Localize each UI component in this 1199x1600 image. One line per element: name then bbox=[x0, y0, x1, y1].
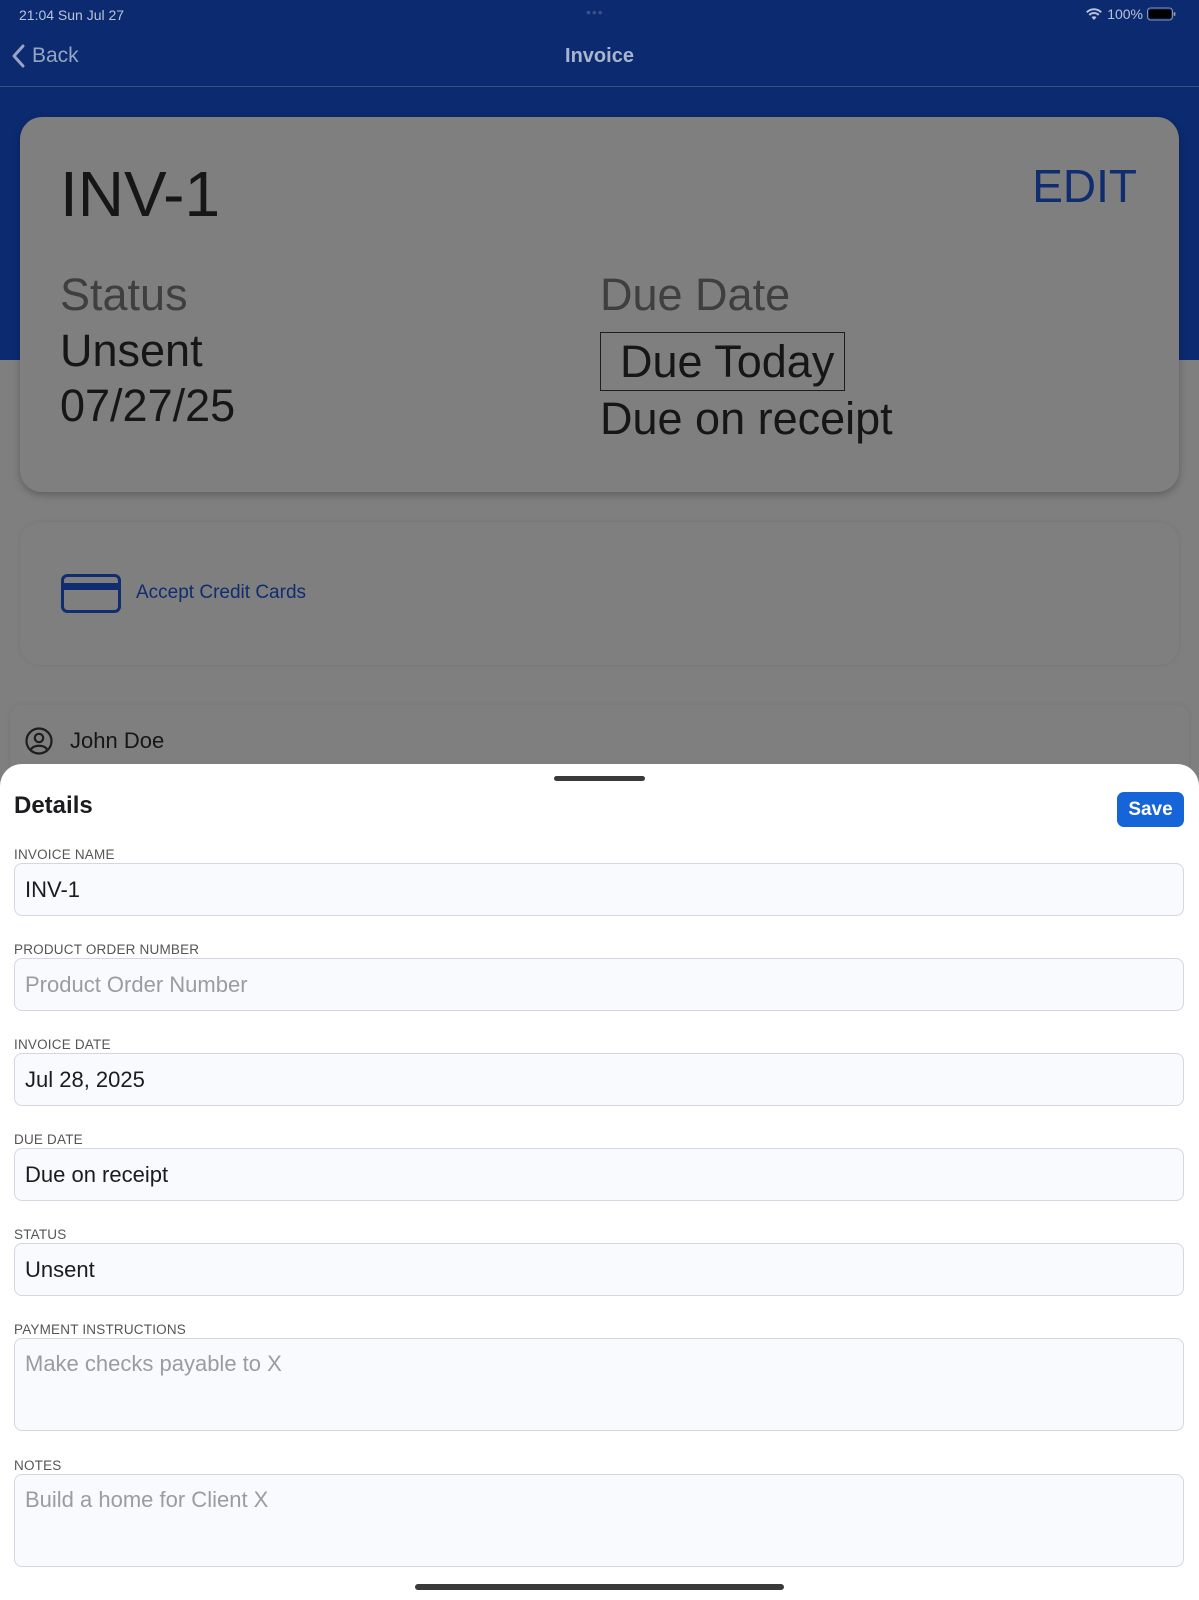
accept-credit-cards-button[interactable]: Accept Credit Cards bbox=[20, 522, 1179, 665]
due-date-field-label: DUE DATE bbox=[14, 1132, 83, 1147]
sheet-grabber[interactable] bbox=[554, 776, 645, 781]
multitasking-dots: ••• bbox=[586, 4, 604, 20]
battery-percent: 100% bbox=[1107, 6, 1143, 22]
credit-card-icon bbox=[61, 574, 121, 613]
due-date-label: Due Date bbox=[600, 269, 791, 320]
invoice-name-input[interactable] bbox=[14, 863, 1184, 916]
save-button[interactable]: Save bbox=[1117, 792, 1184, 827]
sheet-title: Details bbox=[14, 792, 93, 819]
status-right: 100% bbox=[1085, 6, 1177, 22]
status-input[interactable] bbox=[14, 1243, 1184, 1296]
details-sheet: Details Save INVOICE NAME PRODUCT ORDER … bbox=[0, 764, 1199, 1600]
invoice-summary-card: INV-1 EDIT Status Unsent 07/27/25 Due Da… bbox=[20, 117, 1179, 492]
battery-icon bbox=[1147, 7, 1176, 21]
due-terms-value: Due on receipt bbox=[600, 393, 893, 444]
notes-textarea[interactable] bbox=[14, 1474, 1184, 1567]
accept-credit-cards-label: Accept Credit Cards bbox=[136, 582, 307, 603]
po-number-input[interactable] bbox=[14, 958, 1184, 1011]
status-label: Status bbox=[60, 269, 188, 320]
invoice-date-value: 07/27/25 bbox=[60, 380, 236, 431]
status-bar: 21:04 Sun Jul 27 ••• 100% bbox=[0, 0, 1199, 30]
home-indicator bbox=[415, 1584, 784, 1590]
status-field-label: STATUS bbox=[14, 1227, 67, 1242]
payment-instructions-textarea[interactable] bbox=[14, 1338, 1184, 1431]
status-value: Unsent bbox=[60, 325, 203, 376]
notes-label: NOTES bbox=[14, 1458, 62, 1473]
invoice-date-label: INVOICE DATE bbox=[14, 1037, 111, 1052]
navigation-bar: Back Invoice bbox=[0, 30, 1199, 87]
invoice-id: INV-1 bbox=[60, 158, 221, 230]
payment-instructions-label: PAYMENT INSTRUCTIONS bbox=[14, 1322, 187, 1337]
po-number-label: PRODUCT ORDER NUMBER bbox=[14, 942, 200, 957]
due-status-badge: Due Today bbox=[600, 332, 845, 391]
invoice-name-label: INVOICE NAME bbox=[14, 847, 115, 862]
client-name: John Doe bbox=[70, 728, 165, 753]
status-time-date: 21:04 Sun Jul 27 bbox=[19, 7, 125, 23]
person-circle-icon bbox=[25, 727, 53, 755]
due-date-input[interactable] bbox=[14, 1148, 1184, 1201]
edit-button[interactable]: EDIT bbox=[1032, 159, 1137, 213]
invoice-date-input[interactable] bbox=[14, 1053, 1184, 1106]
page-title: Invoice bbox=[565, 45, 634, 67]
wifi-icon bbox=[1086, 8, 1103, 20]
